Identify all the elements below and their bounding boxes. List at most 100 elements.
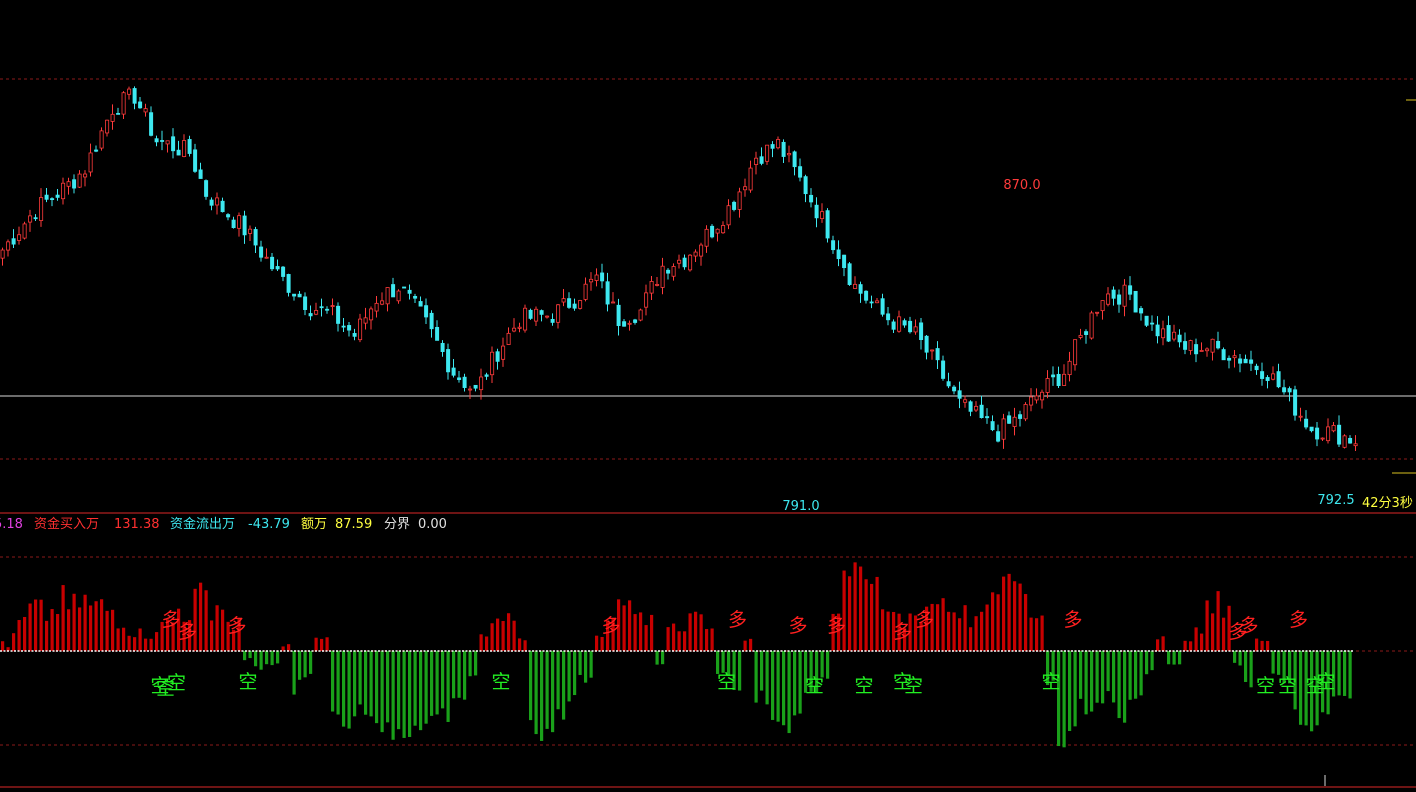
buy-bar — [61, 585, 65, 651]
candle-body — [407, 289, 412, 294]
candle-body — [660, 265, 665, 288]
buy-bar — [600, 636, 604, 651]
candle-body — [1232, 355, 1237, 359]
candle-body — [1023, 404, 1028, 420]
sell-bar — [452, 651, 456, 699]
sell-bar — [1139, 651, 1143, 696]
buy-bar — [111, 609, 115, 651]
sell-bar — [771, 651, 775, 720]
candle-body — [1029, 396, 1034, 406]
candle-body — [754, 157, 759, 165]
buy-bar — [980, 611, 984, 651]
buy-bar — [1189, 641, 1193, 651]
sell-bar — [738, 651, 742, 691]
buy-bar — [688, 613, 692, 651]
candle-body — [176, 149, 181, 156]
sell-bar — [408, 651, 412, 737]
buy-bar — [595, 635, 599, 651]
candle-body — [468, 388, 473, 391]
long-signal: 多 — [893, 621, 912, 643]
candle-body — [143, 108, 148, 113]
sell-bar — [529, 651, 533, 721]
candle-body — [803, 176, 808, 195]
buy-bar — [105, 610, 109, 651]
buy-bar — [628, 600, 632, 651]
candle-body — [17, 234, 22, 241]
buy-bar — [842, 570, 846, 651]
candle-body — [1177, 334, 1182, 343]
short-signal: 空 — [717, 671, 736, 693]
candle-body — [325, 308, 330, 311]
candle-body — [110, 113, 115, 122]
buy-bar — [100, 599, 104, 651]
sell-bar — [562, 651, 566, 720]
buy-bar — [122, 627, 126, 651]
buy-bar — [314, 637, 318, 651]
candle-body — [1111, 289, 1116, 299]
candle-body — [1287, 388, 1292, 393]
candle-body — [1353, 443, 1358, 447]
candle-body — [39, 197, 44, 221]
candle-body — [28, 215, 33, 223]
sell-bar — [1095, 651, 1099, 703]
sell-bar — [446, 651, 450, 722]
sell-bar — [793, 651, 797, 716]
candle-body — [1012, 416, 1017, 427]
candle-body — [429, 312, 434, 330]
candle-body — [1216, 340, 1221, 349]
sell-bar — [1134, 651, 1138, 699]
candle-body — [121, 92, 126, 115]
candle-body — [880, 298, 885, 315]
candle-body — [847, 263, 852, 285]
candle-body — [495, 351, 500, 362]
candle-body — [22, 223, 27, 239]
price-and-flow-chart[interactable]: 多多多多多多多多多 多多多 多空空空空空空空空空空空空空空空 870.0 791.0… — [0, 0, 1416, 792]
candle-body — [1293, 389, 1298, 416]
sell-bar — [1271, 651, 1275, 674]
sell-bar — [661, 651, 665, 665]
sell-bar — [1123, 651, 1127, 723]
candle-body — [1139, 308, 1144, 314]
buy-bar — [89, 605, 93, 651]
candle-body — [1084, 331, 1089, 335]
buy-bar — [72, 593, 76, 651]
candle-body — [517, 326, 522, 329]
candle-body — [248, 228, 253, 234]
candle-body — [578, 300, 583, 309]
buy-bar — [985, 604, 989, 651]
candle-body — [1095, 311, 1100, 314]
sell-bar — [331, 651, 335, 712]
candle-body — [891, 321, 896, 330]
candle-body — [226, 214, 231, 218]
sell-bar — [292, 651, 296, 695]
candle-body — [561, 298, 566, 303]
candle-body — [622, 321, 627, 327]
candle-body — [204, 180, 209, 197]
candle-body — [105, 119, 110, 134]
candle-body — [77, 173, 82, 188]
sell-bar — [1101, 651, 1105, 704]
sell-bar — [1238, 651, 1242, 666]
buy-bar — [947, 611, 951, 651]
price-high-label: 870.0 — [1003, 178, 1040, 193]
candle-body — [589, 278, 594, 283]
buy-bar — [149, 638, 153, 651]
candle-body — [506, 332, 511, 345]
buy-bar — [485, 636, 489, 651]
candle-body — [534, 308, 539, 322]
candle-body — [1045, 378, 1050, 393]
sell-bar — [243, 651, 247, 661]
buy-bar — [875, 576, 879, 651]
candle-body — [94, 149, 99, 152]
long-signal: 多 — [1289, 609, 1308, 631]
candle-body — [1161, 328, 1166, 339]
candle-body — [853, 283, 858, 289]
sell-bar — [276, 651, 280, 664]
candle-body — [1078, 334, 1083, 338]
legend-prev-value: 5.18 — [0, 517, 23, 532]
candle-body — [484, 374, 489, 377]
candle-body — [435, 326, 440, 341]
candle-body — [149, 112, 154, 136]
buy-bar — [479, 634, 483, 651]
long-signal: 多 — [602, 615, 621, 637]
